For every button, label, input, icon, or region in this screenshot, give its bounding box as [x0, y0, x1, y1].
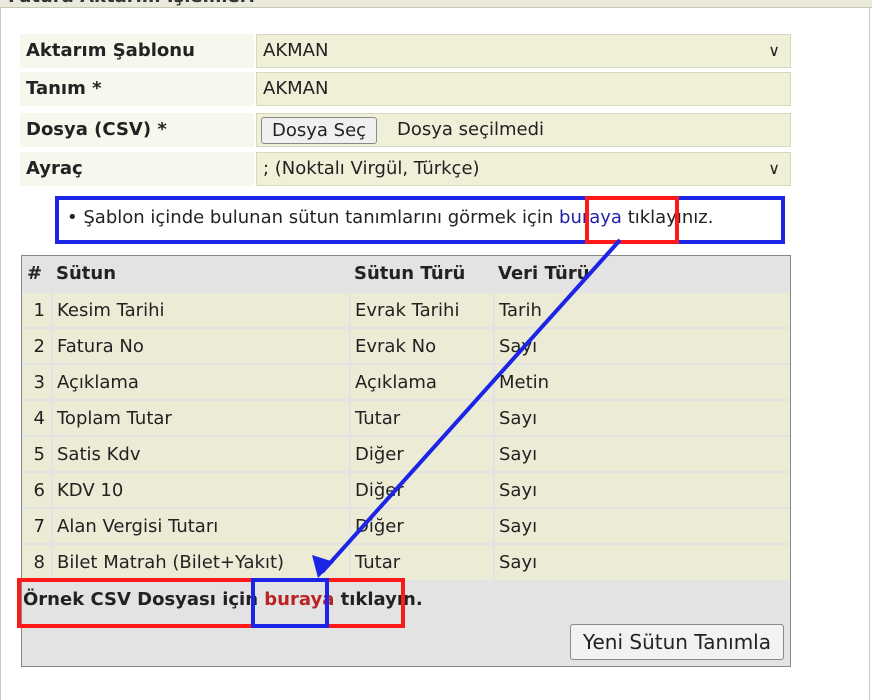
separator-row: Ayraç ; (Noktalı Virgül, Türkçe) ∨	[20, 152, 791, 188]
row-num: 6	[22, 471, 53, 508]
row-column: Bilet Matrah (Bilet+Yakıt)	[52, 543, 351, 580]
file-input[interactable]: Dosya Seç Dosya seçilmedi	[256, 113, 791, 147]
file-label: Dosya (CSV) *	[20, 113, 254, 147]
row-data-type: Sayı	[494, 327, 790, 364]
row-num: 5	[22, 435, 53, 472]
sample-csv-link[interactable]: buraya	[264, 589, 334, 610]
template-select[interactable]: AKMAN ∨	[256, 34, 791, 68]
row-data-type: Metin	[494, 363, 790, 400]
row-column-type: Evrak Tarihi	[350, 291, 495, 328]
row-data-type: Sayı	[494, 435, 790, 472]
file-status: Dosya seçilmedi	[397, 119, 545, 140]
definition-input[interactable]: AKMAN	[256, 72, 791, 106]
template-columns-link[interactable]: buraya	[559, 207, 622, 228]
row-num: 1	[22, 291, 53, 328]
row-column: Alan Vergisi Tutarı	[52, 507, 351, 544]
template-value: AKMAN	[263, 40, 329, 61]
new-column-button[interactable]: Yeni Sütun Tanımla	[569, 624, 784, 660]
row-num: 8	[22, 543, 53, 580]
template-columns-info: • Şablon içinde bulunan sütun tanımların…	[57, 197, 783, 243]
separator-label: Ayraç	[20, 152, 254, 186]
bullet-icon: •	[67, 207, 78, 228]
row-data-type: Sayı	[494, 543, 790, 580]
row-num: 2	[22, 327, 53, 364]
columns-table: # Sütun Sütun Türü Veri Türü 1 Kesim Tar…	[22, 256, 790, 580]
info-text: Şablon içinde bulunan sütun tanımlarını …	[83, 207, 560, 228]
sample-text-after: tıklayın.	[334, 589, 423, 610]
sample-text: Örnek CSV Dosyası için	[23, 589, 265, 610]
table-row: 5 Satis Kdv Diğer Sayı	[22, 435, 790, 472]
row-column-type: Tutar	[350, 543, 495, 580]
file-row: Dosya (CSV) * Dosya Seç Dosya seçilmedi	[20, 113, 791, 149]
chevron-down-icon: ∨	[768, 41, 780, 60]
row-column-type: Tutar	[350, 399, 495, 436]
row-column: Açıklama	[52, 363, 351, 400]
header-num: #	[22, 256, 52, 292]
row-column: Satis Kdv	[52, 435, 351, 472]
row-num: 4	[22, 399, 53, 436]
row-column: Toplam Tutar	[52, 399, 351, 436]
sample-csv-line: Örnek CSV Dosyası için buraya tıklayın.	[23, 580, 423, 620]
table-row: 6 KDV 10 Diğer Sayı	[22, 471, 790, 508]
choose-file-button[interactable]: Dosya Seç	[261, 117, 378, 144]
row-column: Fatura No	[52, 327, 351, 364]
row-column: Kesim Tarihi	[52, 291, 351, 328]
row-column-type: Diğer	[350, 507, 495, 544]
row-num: 7	[22, 507, 53, 544]
row-data-type: Sayı	[494, 399, 790, 436]
table-row: 3 Açıklama Açıklama Metin	[22, 363, 790, 400]
template-label: Aktarım Şablonu	[20, 34, 254, 68]
row-column-type: Diğer	[350, 471, 495, 508]
table-row: 1 Kesim Tarihi Evrak Tarihi Tarih	[22, 291, 790, 328]
table-row: 4 Toplam Tutar Tutar Sayı	[22, 399, 790, 436]
table-row: 8 Bilet Matrah (Bilet+Yakıt) Tutar Sayı	[22, 543, 790, 580]
chevron-down-icon: ∨	[768, 159, 780, 178]
table-row: 7 Alan Vergisi Tutarı Diğer Sayı	[22, 507, 790, 544]
separator-select[interactable]: ; (Noktalı Virgül, Türkçe) ∨	[256, 152, 791, 186]
panel-title: Fatura Aktarım İşlemleri	[0, 0, 872, 8]
info-text-after: tıklayınız.	[621, 207, 714, 228]
row-num: 3	[22, 363, 53, 400]
table-row: 2 Fatura No Evrak No Sayı	[22, 327, 790, 364]
row-column: KDV 10	[52, 471, 351, 508]
definition-label: Tanım *	[20, 72, 254, 106]
row-column-type: Diğer	[350, 435, 495, 472]
header-data-type: Veri Türü	[494, 256, 790, 292]
header-column: Sütun	[52, 256, 350, 292]
separator-value: ; (Noktalı Virgül, Türkçe)	[263, 158, 480, 179]
row-data-type: Sayı	[494, 507, 790, 544]
row-column-type: Açıklama	[350, 363, 495, 400]
columns-table-panel: # Sütun Sütun Türü Veri Türü 1 Kesim Tar…	[21, 255, 791, 667]
header-column-type: Sütun Türü	[350, 256, 494, 292]
row-data-type: Tarih	[494, 291, 790, 328]
row-data-type: Sayı	[494, 471, 790, 508]
template-row: Aktarım Şablonu AKMAN ∨	[20, 34, 791, 70]
definition-row: Tanım * AKMAN	[20, 72, 791, 108]
row-column-type: Evrak No	[350, 327, 495, 364]
